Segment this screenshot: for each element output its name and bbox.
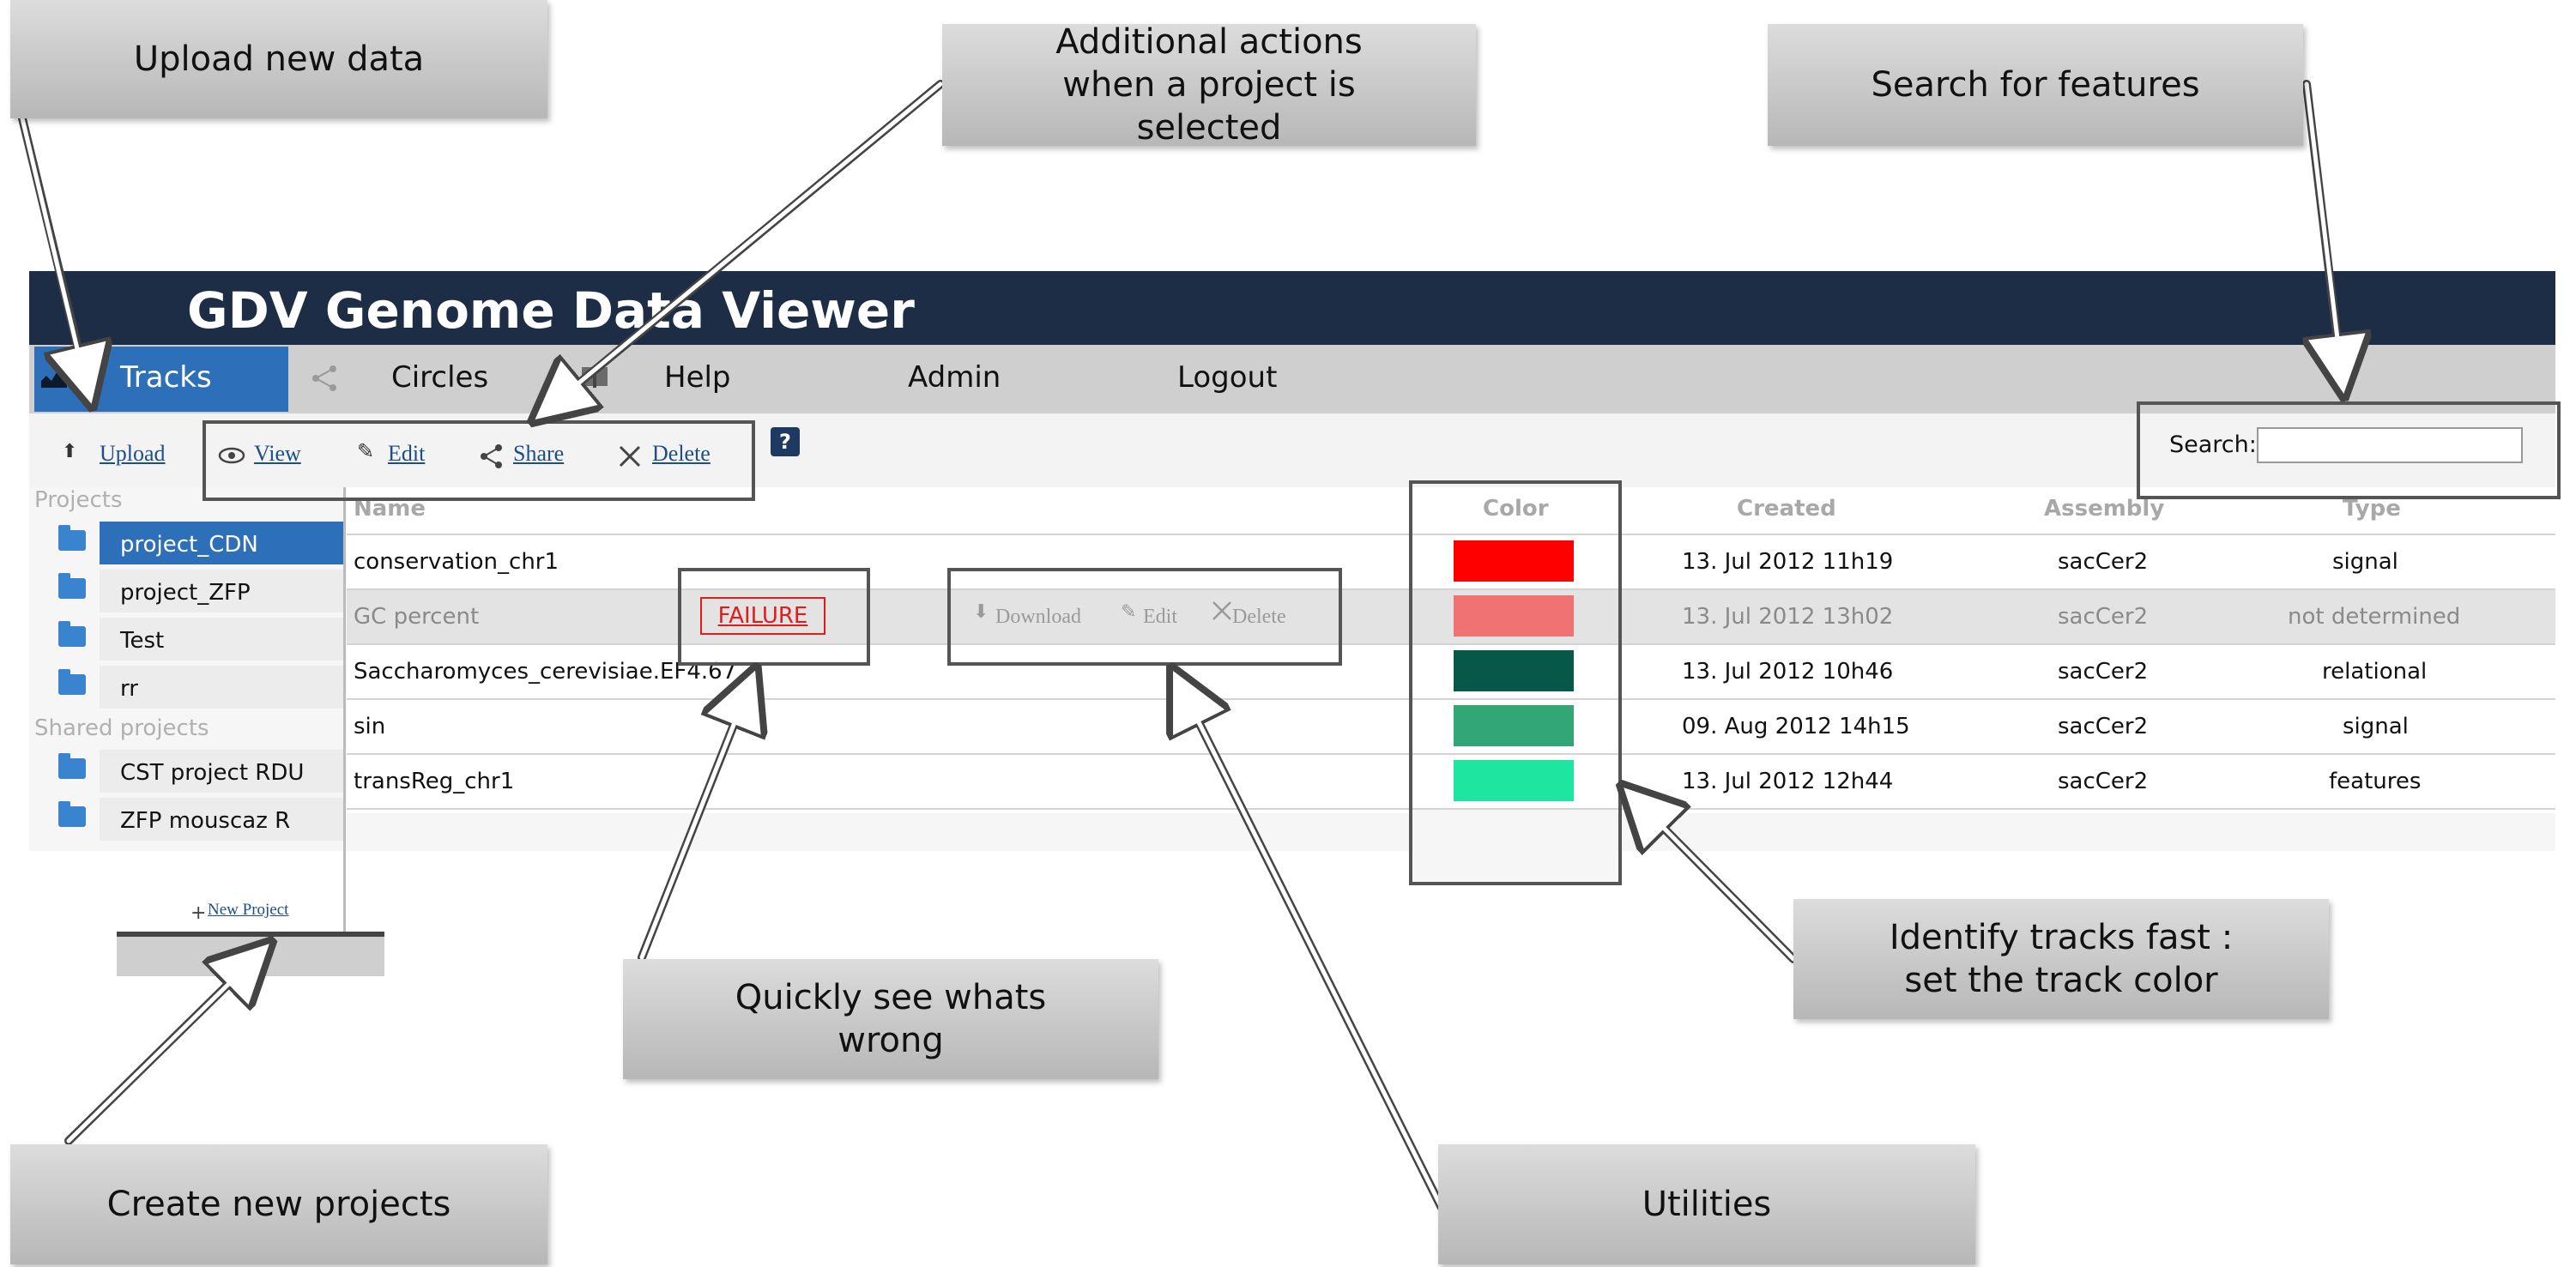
folder-icon (58, 801, 86, 827)
track-name: conservation_chr1 (354, 549, 559, 575)
column-header-assembly[interactable]: Assembly (2044, 496, 2164, 522)
sidebar-item-label: project_CDN (120, 532, 258, 558)
highlight-color-column (1409, 480, 1622, 885)
sidebar-item-label: Test (120, 628, 165, 654)
track-created: 13. Jul 2012 11h19 (1682, 549, 1894, 575)
sidebar-item-label: CST project RDU (120, 760, 305, 786)
track-assembly: sacCer2 (2058, 769, 2149, 794)
projects-header: Projects (34, 487, 123, 513)
app-title: GDV Genome Data Viewer (187, 281, 915, 340)
folder-icon (58, 621, 86, 647)
track-type: not determined (2288, 604, 2461, 630)
track-type: signal (2332, 549, 2398, 575)
new-project-link[interactable]: New Project (208, 901, 288, 920)
callout-text: Search for features (1871, 65, 2200, 105)
track-created: 09. Aug 2012 14h15 (1682, 714, 1910, 739)
track-created: 13. Jul 2012 12h44 (1682, 769, 1894, 794)
callout-upload: Upload new data (10, 0, 547, 118)
callout-text: Upload new data (133, 39, 425, 79)
column-header-created[interactable]: Created (1737, 496, 1836, 522)
tab-admin[interactable]: Admin (908, 360, 1001, 395)
callout-new-projects: Create new projects (10, 1144, 547, 1264)
track-type: relational (2322, 659, 2428, 685)
track-name: transReg_chr1 (354, 769, 515, 794)
callout-actions: Additional actions when a project is sel… (942, 22, 1476, 148)
callout-text: set the track color (1904, 961, 2218, 1000)
highlight-failure (678, 568, 870, 666)
callout-text: selected (1136, 108, 1282, 148)
sidebar-item-label: ZFP mouscaz R (120, 808, 291, 834)
tab-help[interactable]: Help (664, 360, 731, 395)
tab-logout[interactable]: Logout (1177, 360, 1277, 395)
callout-text: Identify tracks fast : (1889, 918, 2234, 957)
callout-text: when a project is (1062, 65, 1356, 105)
help-badge[interactable]: ? (771, 427, 800, 456)
highlight-toolbar-actions (203, 420, 755, 501)
track-assembly: sacCer2 (2058, 714, 2149, 739)
callout-text: Utilities (1642, 1185, 1772, 1224)
new-project-bar (117, 932, 384, 976)
upload-link[interactable]: Upload (100, 441, 166, 467)
track-type: features (2329, 769, 2422, 794)
chart-icon (41, 369, 67, 388)
tab-tracks-label: Tracks (120, 360, 212, 395)
plus-icon: + (190, 902, 207, 924)
track-name: sin (354, 714, 386, 739)
folder-icon (58, 753, 86, 779)
track-assembly: sacCer2 (2058, 659, 2149, 685)
callout-text: Quickly see whats (735, 978, 1047, 1017)
callout-text: wrong (838, 1021, 944, 1060)
track-assembly: sacCer2 (2058, 604, 2149, 630)
callout-color: Identify tracks fast : set the track col… (1793, 899, 2329, 1019)
callout-text: Additional actions (1055, 22, 1363, 62)
folder-icon (58, 669, 86, 695)
folder-icon (58, 573, 86, 599)
sidebar-item-label: rr (120, 676, 138, 702)
track-name: GC percent (354, 604, 480, 630)
upload-arrow-icon: ⬆ (62, 441, 78, 462)
callout-failure: Quickly see whats wrong (623, 959, 1158, 1079)
track-assembly: sacCer2 (2058, 549, 2149, 575)
folder-icon (58, 525, 86, 551)
column-header-type[interactable]: Type (2343, 496, 2401, 522)
callout-utilities: Utilities (1438, 1144, 1975, 1264)
sidebar-item-label: project_ZFP (120, 580, 251, 606)
callout-search: Search for features (1768, 24, 2303, 146)
track-type: signal (2343, 714, 2409, 739)
highlight-utilities (947, 568, 1342, 666)
shared-projects-header: Shared projects (34, 715, 209, 741)
share-icon (311, 364, 340, 393)
callout-text: Create new projects (106, 1185, 451, 1224)
book-icon (580, 365, 609, 389)
tab-circles[interactable]: Circles (391, 360, 488, 395)
arrow-new-project (64, 950, 263, 1145)
highlight-search (2137, 401, 2561, 499)
track-created: 13. Jul 2012 10h46 (1682, 659, 1894, 685)
track-created: 13. Jul 2012 13h02 (1682, 604, 1894, 630)
